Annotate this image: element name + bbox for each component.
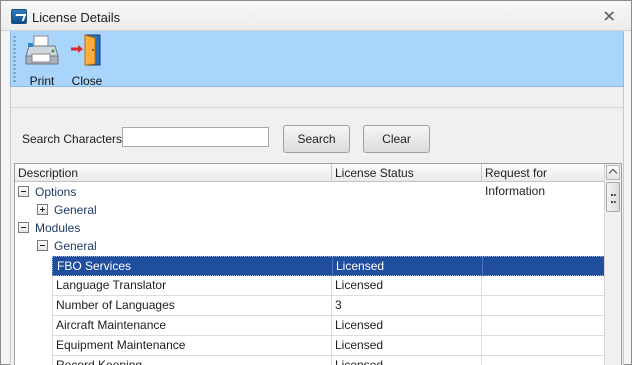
print-label: Print xyxy=(29,74,55,88)
cell-request-for-information xyxy=(482,296,605,315)
license-grid: Description License Status Request for I… xyxy=(14,163,622,365)
scrollbar-thumb[interactable] xyxy=(606,182,620,212)
search-label: Search Characters : xyxy=(22,132,129,146)
cell-license-status: Licensed xyxy=(332,336,482,355)
app-icon xyxy=(11,9,27,24)
cell-license-status: Licensed xyxy=(332,276,482,295)
toolbar: Print Close xyxy=(10,31,624,88)
vertical-scrollbar[interactable] xyxy=(604,164,621,365)
column-header-license-status[interactable]: License Status xyxy=(332,164,482,182)
cell-description: Number of Languages xyxy=(52,296,332,315)
cell-request-for-information xyxy=(482,276,605,295)
cell-license-status: 3 xyxy=(332,296,482,315)
column-header-description[interactable]: Description xyxy=(15,164,332,182)
table-row[interactable]: Equipment Maintenance Licensed xyxy=(52,336,605,356)
tree-node-modules[interactable]: Modules xyxy=(15,219,605,237)
print-button[interactable]: Print xyxy=(23,34,61,88)
printer-icon xyxy=(23,35,61,69)
table-row[interactable]: Number of Languages 3 xyxy=(52,296,605,316)
search-input[interactable] xyxy=(122,127,269,147)
cell-license-status: Licensed xyxy=(332,316,482,335)
tree-node-label: Modules xyxy=(35,221,81,235)
table-row[interactable]: FBO Services Licensed xyxy=(52,256,606,276)
cell-request-for-information xyxy=(482,356,605,365)
close-button[interactable]: Close xyxy=(67,34,107,88)
cell-description: Equipment Maintenance xyxy=(52,336,332,355)
tree-node-options-general[interactable]: General xyxy=(15,201,605,219)
collapse-icon[interactable] xyxy=(37,240,48,251)
close-label: Close xyxy=(71,74,103,88)
cell-description: Language Translator xyxy=(52,276,332,295)
cell-description: Aircraft Maintenance xyxy=(52,316,332,335)
toolbar-grip[interactable] xyxy=(13,35,16,83)
tree-node-label: General xyxy=(54,239,97,253)
tree-node-label: Options xyxy=(35,185,77,199)
cell-description: Record Keeping xyxy=(52,356,332,365)
expand-icon[interactable] xyxy=(37,204,48,215)
window-title: License Details xyxy=(32,10,121,25)
table-row[interactable]: Aircraft Maintenance Licensed xyxy=(52,316,605,336)
cell-description: FBO Services xyxy=(53,257,333,276)
tree-node-label: General xyxy=(54,203,97,217)
search-button[interactable]: Search xyxy=(283,125,350,153)
cell-request-for-information xyxy=(483,257,606,276)
clear-button[interactable]: Clear xyxy=(363,125,430,153)
tree-node-modules-general[interactable]: General xyxy=(15,237,605,255)
cell-license-status: Licensed xyxy=(332,356,482,365)
scroll-up-icon[interactable] xyxy=(606,165,620,180)
grid-header: Description License Status Request for I… xyxy=(15,164,605,198)
close-icon[interactable] xyxy=(602,9,616,23)
cell-request-for-information xyxy=(482,316,605,335)
collapse-icon[interactable] xyxy=(18,222,29,233)
door-exit-icon xyxy=(68,34,106,69)
panel-divider xyxy=(11,107,623,108)
license-details-window: License Details Print Close Search Chara… xyxy=(0,0,632,365)
column-header-request-for-information[interactable]: Request for Information xyxy=(482,164,605,198)
table-row[interactable]: Record Keeping Licensed xyxy=(52,356,605,365)
collapse-icon[interactable] xyxy=(18,186,29,197)
title-bar[interactable]: License Details xyxy=(1,1,631,31)
cell-request-for-information xyxy=(482,336,605,355)
table-row[interactable]: Language Translator Licensed xyxy=(52,276,605,296)
tree-node-options[interactable]: Options xyxy=(15,183,605,201)
cell-license-status: Licensed xyxy=(333,257,483,276)
search-panel: Search Characters : Search Clear Descrip… xyxy=(10,87,624,365)
